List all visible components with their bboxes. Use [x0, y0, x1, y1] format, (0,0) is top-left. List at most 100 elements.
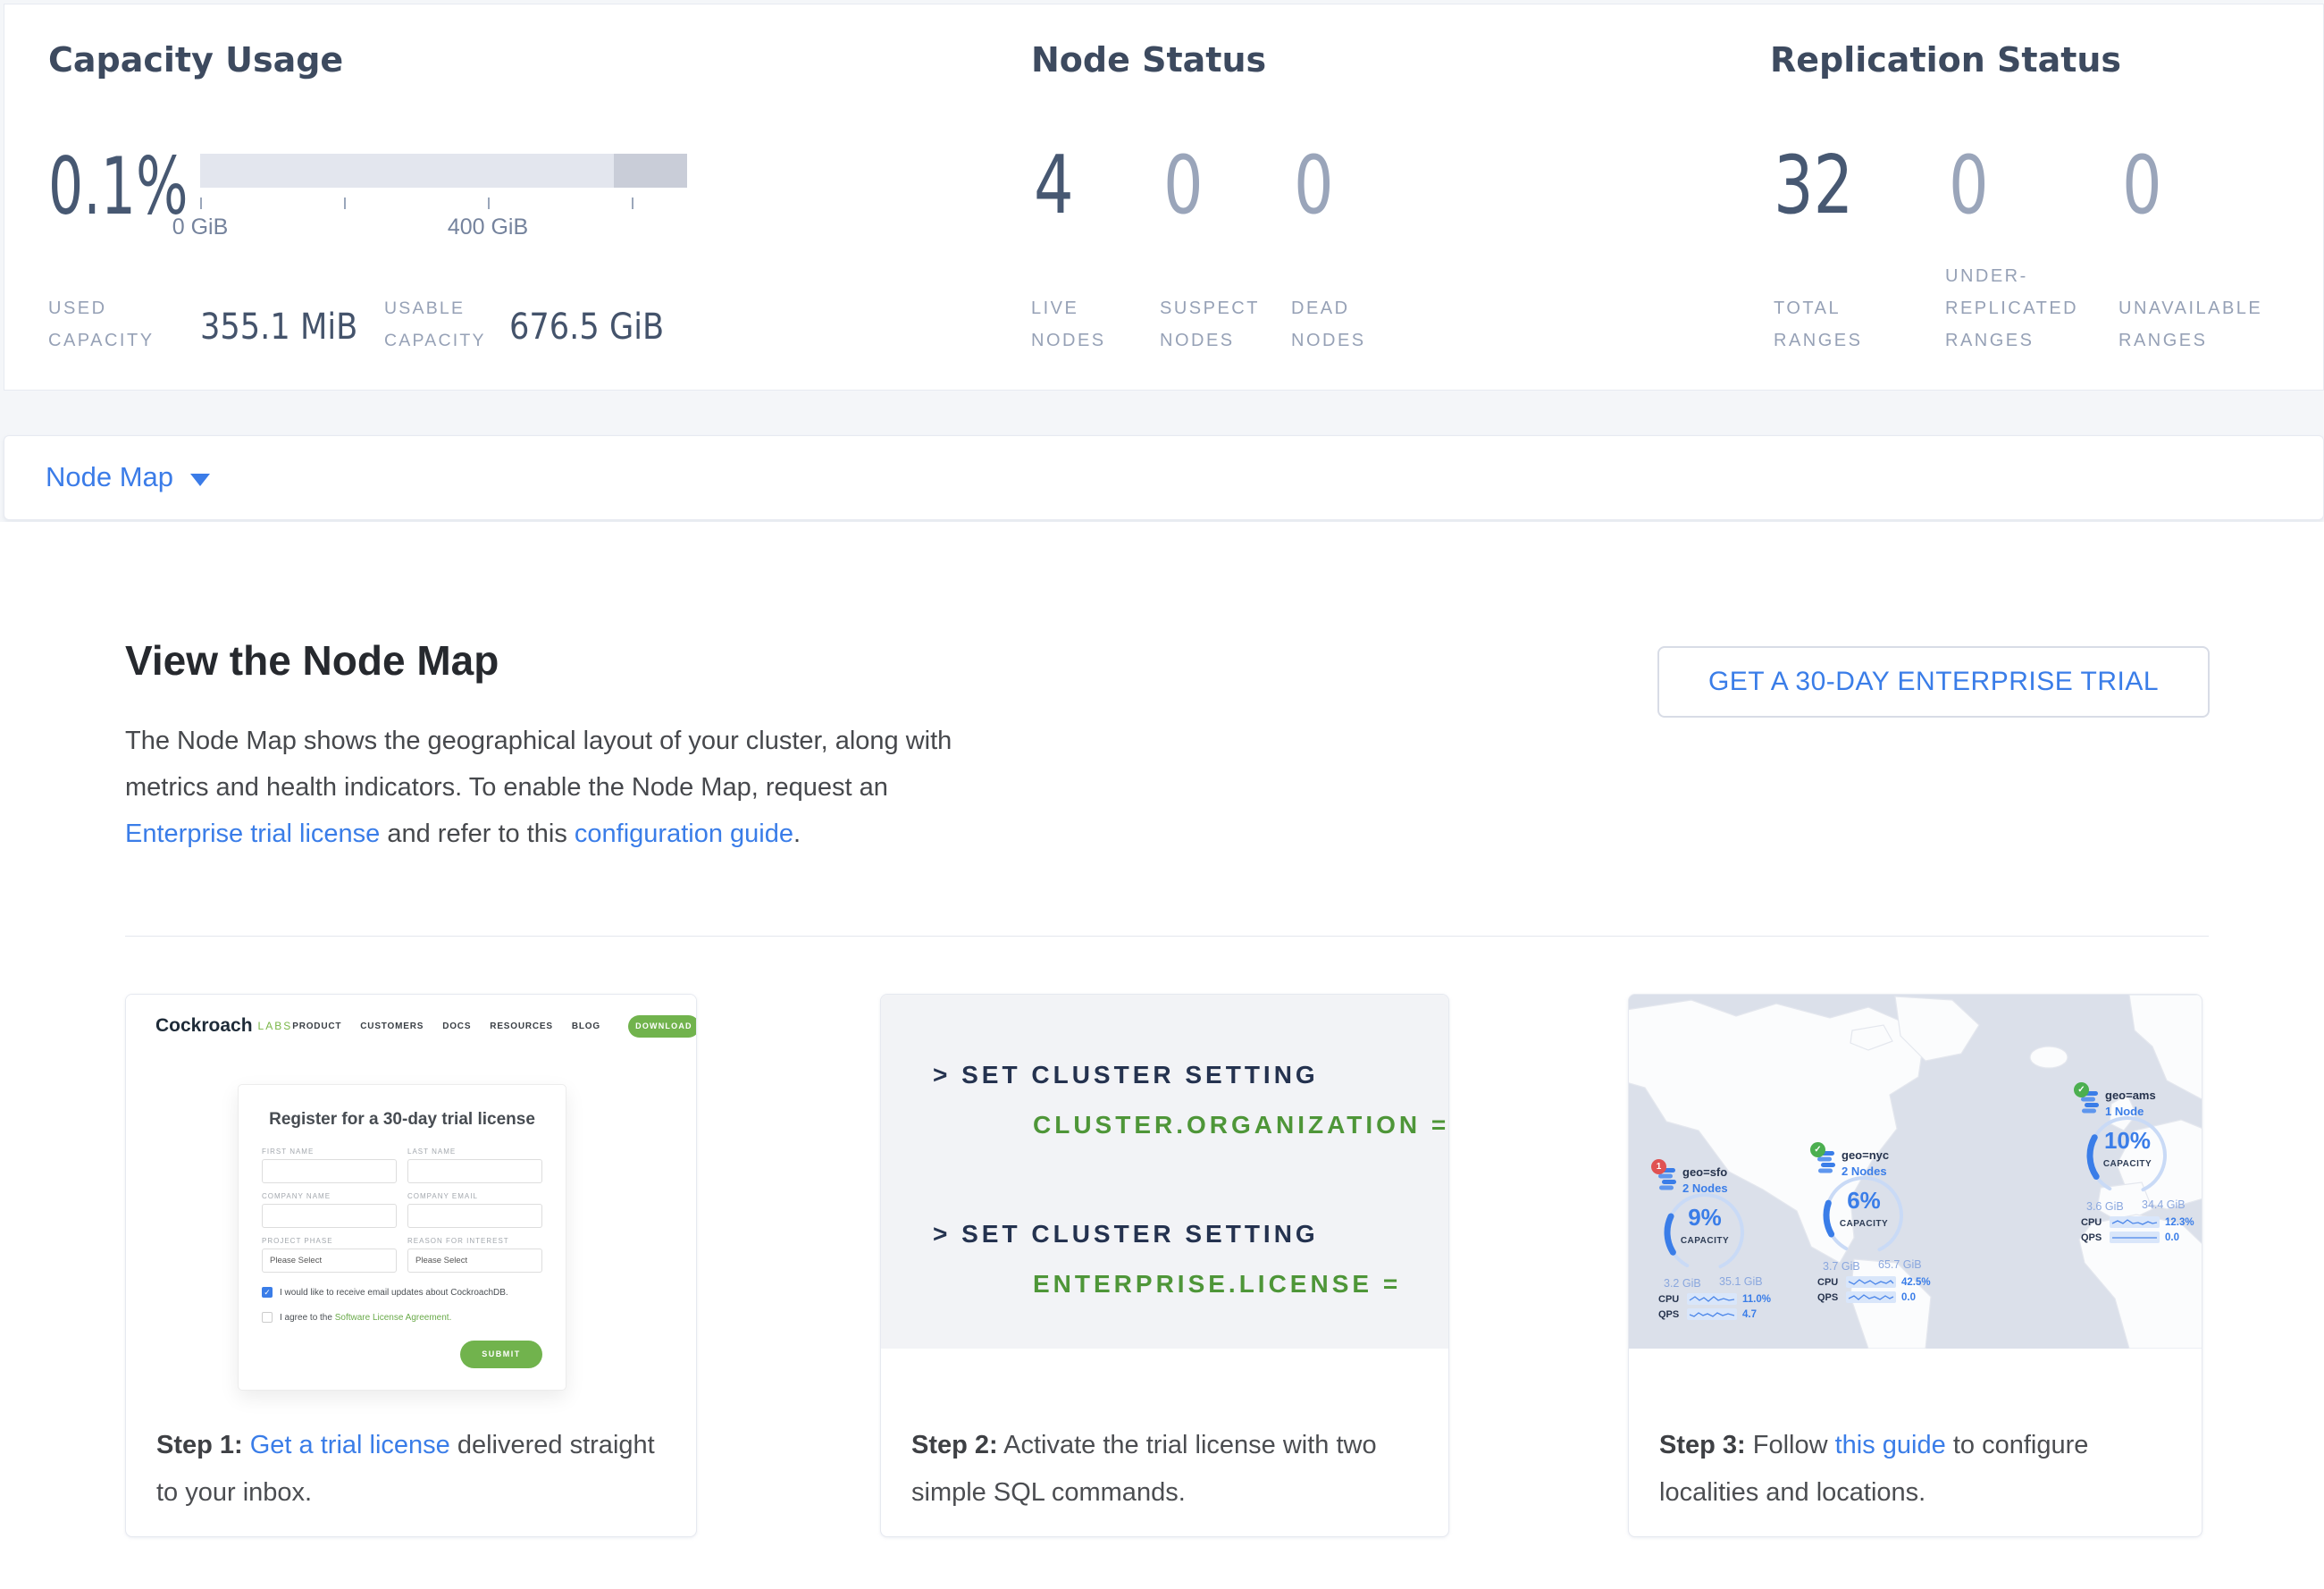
trial-license-site-screenshot: Cockroach LABS PRODUCT CUSTOMERS DOCS RE…	[126, 995, 696, 1406]
capacity-used: 3.2 GiB	[1664, 1277, 1701, 1290]
step-label: Step 3:	[1659, 1431, 1746, 1459]
capacity-total: 65.7 GiB	[1878, 1258, 1922, 1271]
usable-capacity-label: USABLE CAPACITY	[384, 292, 509, 357]
total-ranges-count: 32	[1774, 146, 1853, 226]
checkbox-checked-icon: ✓	[262, 1287, 273, 1298]
dead-nodes-count: 0	[1294, 146, 1334, 226]
cpu-value: 12.3%	[2165, 1217, 2194, 1228]
minisite-nav-blog: BLOG	[572, 1022, 600, 1031]
capacity-label: CAPACITY	[2078, 1159, 2177, 1169]
node-map-dropdown-label: Node Map	[46, 461, 173, 493]
capacity-total: 35.1 GiB	[1719, 1275, 1763, 1288]
healthy-badge: ✓	[1810, 1142, 1825, 1157]
map-cluster-nyc: ✓ geo=nyc 2 Nodes 6% CAPACITY 3.7 GiB 65…	[1814, 1148, 1957, 1291]
field-label: COMPANY EMAIL	[407, 1192, 542, 1200]
cpu-row: CPU 12.3%	[2081, 1216, 2194, 1228]
capacity-total: 34.4 GiB	[2142, 1198, 2186, 1211]
configuration-guide-link[interactable]: configuration guide	[575, 820, 793, 848]
cpu-sparkline	[1846, 1276, 1896, 1288]
qps-value: 0.0	[1901, 1292, 1916, 1303]
capacity-label: CAPACITY	[1656, 1236, 1754, 1246]
email-updates-checkbox-label: I would like to receive email updates ab…	[280, 1288, 508, 1298]
live-nodes-count: 4	[1034, 146, 1074, 226]
minisite-brand-suffix: LABS	[258, 1020, 293, 1032]
field-label: LAST NAME	[407, 1148, 542, 1156]
minisite-nav-resources: RESOURCES	[490, 1022, 553, 1031]
intro-text: The Node Map shows the geographical layo…	[125, 727, 952, 802]
software-license-agreement-link: Software License Agreement.	[335, 1313, 452, 1323]
get-enterprise-trial-button[interactable]: GET A 30-DAY ENTERPRISE TRIAL	[1657, 646, 2210, 718]
caption-text	[243, 1431, 250, 1459]
intro-paragraph: The Node Map shows the geographical layo…	[125, 718, 974, 857]
step-label: Step 1:	[156, 1431, 243, 1459]
section-divider	[125, 936, 2209, 937]
minisite-brand: Cockroach	[155, 1015, 253, 1037]
field-label: REASON FOR INTEREST	[407, 1237, 542, 1245]
label-text: I agree to the	[280, 1313, 335, 1323]
last-name-field	[407, 1159, 542, 1183]
sql-cluster-organization: CLUSTER.ORGANIZATION =	[1033, 1111, 1449, 1139]
sql-set-cluster-setting: > SET CLUSTER SETTING	[933, 1061, 1319, 1089]
cpu-label: CPU	[1817, 1277, 1841, 1288]
minisite-nav: PRODUCT CUSTOMERS DOCS RESOURCES BLOG DO…	[292, 1015, 697, 1038]
total-ranges-label: TOTAL RANGES	[1774, 292, 1885, 357]
reason-select: Please Select	[407, 1248, 542, 1273]
map-cluster-sfo: 1 geo=sfo 2 Nodes 9% CAPACITY 3.2 GiB 35…	[1655, 1164, 1798, 1307]
enterprise-trial-license-link[interactable]: Enterprise trial license	[125, 820, 380, 848]
locality-name: geo=ams	[2105, 1089, 2156, 1102]
capacity-percent: 6%	[1815, 1187, 1913, 1215]
under-replicated-count: 0	[1949, 146, 1989, 226]
qps-row: QPS 0.0	[1817, 1291, 1916, 1303]
form-title: Register for a 30-day trial license	[262, 1110, 542, 1130]
capacity-gauge	[1656, 1183, 1754, 1282]
minisite-download-button: DOWNLOAD	[628, 1015, 697, 1038]
minisite-nav-docs: DOCS	[442, 1022, 471, 1031]
qps-value: 0.0	[2165, 1232, 2179, 1243]
minisite-nav-customers: CUSTOMERS	[360, 1022, 424, 1031]
cpu-row: CPU 11.0%	[1658, 1293, 1771, 1305]
capacity-axis-tick	[488, 198, 490, 209]
suspect-nodes-label: SUSPECT NODES	[1160, 292, 1294, 357]
intro-text: .	[793, 820, 801, 848]
live-nodes-label: LIVE NODES	[1031, 292, 1129, 357]
get-trial-license-link[interactable]: Get a trial license	[250, 1431, 450, 1459]
node-map-dropdown[interactable]: Node Map	[4, 435, 2324, 520]
used-capacity-label: USED CAPACITY	[48, 292, 187, 357]
cpu-value: 42.5%	[1901, 1277, 1931, 1288]
capacity-gauge	[1815, 1166, 1913, 1265]
company-name-field	[262, 1204, 397, 1228]
step1-card: Cockroach LABS PRODUCT CUSTOMERS DOCS RE…	[125, 994, 697, 1537]
usable-capacity-value: 676.5 GiB	[509, 307, 664, 348]
qps-label: QPS	[1658, 1309, 1682, 1320]
capacity-used: 3.6 GiB	[2086, 1200, 2124, 1213]
step3-caption: Step 3: Follow this guide to configure l…	[1629, 1349, 2202, 1536]
capacity-axis-tick	[344, 198, 346, 209]
checkbox-unchecked-icon	[262, 1312, 273, 1323]
capacity-label: CAPACITY	[1815, 1219, 1913, 1229]
qps-value: 4.7	[1742, 1309, 1757, 1320]
minisite-nav-product: PRODUCT	[292, 1022, 341, 1031]
cpu-value: 11.0%	[1742, 1294, 1771, 1305]
sql-commands-illustration: > SET CLUSTER SETTING CLUSTER.ORGANIZATI…	[881, 995, 1448, 1349]
qps-sparkline	[1846, 1291, 1896, 1303]
submit-button: SUBMIT	[460, 1341, 542, 1368]
chevron-down-icon	[190, 474, 210, 486]
unavailable-label: UNAVAILABLE RANGES	[2118, 292, 2302, 357]
step3-card: 1 geo=sfo 2 Nodes 9% CAPACITY 3.2 GiB 35…	[1628, 994, 2202, 1537]
this-guide-link[interactable]: this guide	[1835, 1431, 1946, 1459]
locality-name: geo=sfo	[1682, 1165, 1727, 1179]
caption-text: Follow	[1746, 1431, 1835, 1459]
step2-caption: Step 2: Activate the trial license with …	[881, 1349, 1448, 1536]
replication-status-title: Replication Status	[1770, 40, 2121, 80]
qps-row: QPS 4.7	[1658, 1308, 1757, 1320]
suspect-nodes-count: 0	[1163, 146, 1204, 226]
cpu-label: CPU	[1658, 1294, 1682, 1305]
cpu-sparkline	[2110, 1216, 2160, 1228]
capacity-gauge	[2078, 1106, 2177, 1205]
qps-sparkline	[2110, 1232, 2160, 1243]
trial-registration-form: Register for a 30-day trial license FIRS…	[238, 1084, 566, 1391]
cpu-sparkline	[1687, 1293, 1737, 1305]
capacity-axis-label-0: 0 GiB	[129, 214, 272, 240]
step2-card: > SET CLUSTER SETTING CLUSTER.ORGANIZATI…	[880, 994, 1449, 1537]
company-email-field	[407, 1204, 542, 1228]
